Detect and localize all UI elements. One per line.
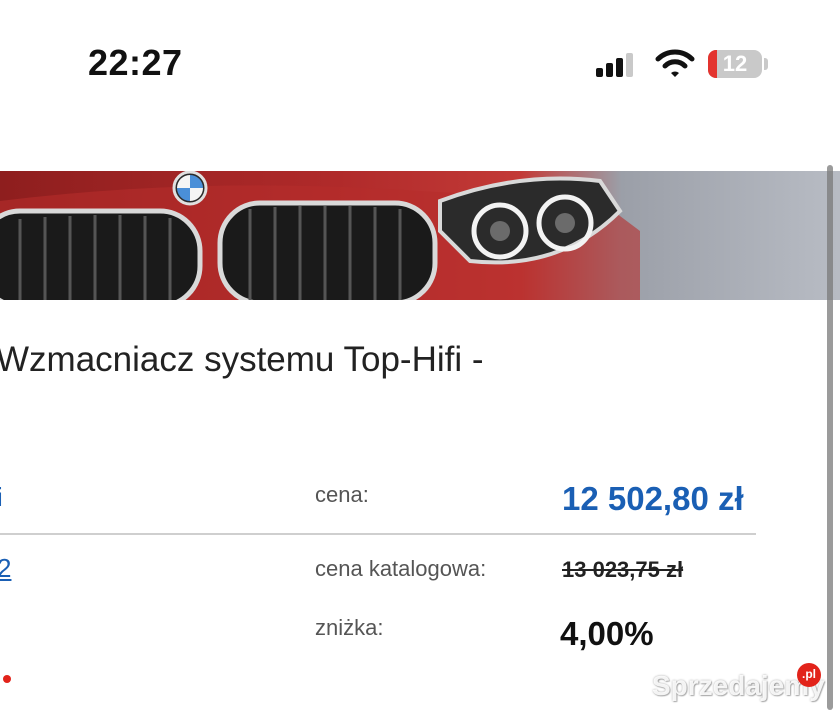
car-front-illustration (0, 171, 640, 300)
battery-level: 12 (722, 51, 748, 76)
discount-value: 4,00% (560, 615, 654, 652)
cellular-signal-icon (596, 53, 633, 77)
product-title: Wzmacniacz systemu Top-Hifi - (0, 340, 484, 379)
truncated-link-2[interactable]: 2 (0, 553, 11, 584)
discount-label: zniżka: (315, 615, 384, 640)
battery-icon: 12 (708, 50, 762, 78)
status-dot (3, 675, 11, 683)
catalog-price-value: 13 023,75 zł (562, 557, 684, 582)
truncated-link-1[interactable]: i (0, 482, 3, 513)
wifi-icon (655, 47, 695, 79)
watermark-badge: .pl (797, 663, 821, 687)
status-time: 22:27 (88, 42, 183, 83)
divider (0, 533, 756, 535)
price-label: cena: (315, 482, 369, 507)
catalog-price-label: cena katalogowa: (315, 556, 487, 581)
product-banner-image[interactable] (0, 171, 840, 300)
battery-tip (764, 58, 768, 70)
scrollbar[interactable] (827, 165, 833, 710)
price-value: 12 502,80 zł (562, 480, 744, 517)
